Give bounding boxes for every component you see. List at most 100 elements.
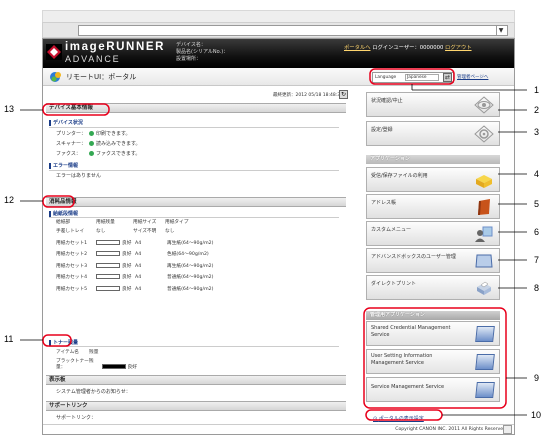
fax-status: ファクス： ファクスできます。 bbox=[56, 150, 140, 157]
settings-label: 設定/登録 bbox=[371, 127, 393, 133]
gear-icon bbox=[474, 125, 494, 143]
table-row: 手差しトレイ なし サイズ不明 なし bbox=[56, 228, 174, 234]
mgmt-app-user-setting[interactable]: User Setting Information Management Serv… bbox=[366, 349, 500, 374]
callout-5: 5 bbox=[534, 199, 540, 209]
brand-name: imageRUNNER bbox=[65, 41, 166, 53]
portal-titlebar: リモートUI：ポータル Language Japanese ⇄ 管理者ページへ bbox=[43, 68, 514, 86]
scrollbar-corner[interactable] bbox=[503, 425, 512, 434]
callout-2: 2 bbox=[534, 105, 540, 115]
applications-heading: アプリケーション bbox=[366, 155, 500, 164]
portal-icon bbox=[50, 72, 61, 82]
table-row: 用紙カセット5 良好 A4 普通紙(64〜90g/m2) bbox=[56, 285, 213, 292]
box-icon bbox=[475, 254, 493, 268]
notice-text: システム管理者からのお知らせ： bbox=[56, 389, 131, 395]
scanner-status: スキャナー： 読み込みできます。 bbox=[56, 140, 141, 147]
divider bbox=[49, 127, 339, 128]
fax-value: ファクスできます。 bbox=[96, 151, 141, 157]
page-title: リモートUI：ポータル bbox=[66, 73, 137, 81]
mgmt-app-service-management[interactable]: Service Management Service bbox=[366, 377, 500, 402]
cell-level: 良好 bbox=[122, 252, 132, 257]
scanner-label: スキャナー： bbox=[56, 141, 87, 147]
refresh-button[interactable]: ↻ bbox=[339, 90, 348, 99]
callout-7: 7 bbox=[534, 255, 540, 265]
cell-type: なし bbox=[165, 229, 175, 234]
direct-print-label: ダイレクトプリント bbox=[371, 281, 417, 287]
cell-type: 普通紙(64〜90g/m2) bbox=[167, 275, 214, 280]
cell-level: 良好 bbox=[122, 240, 132, 246]
portal-link[interactable]: ポータルへ bbox=[344, 45, 371, 51]
language-select[interactable]: Japanese bbox=[405, 74, 439, 81]
status-monitor-label: 状況確認/中止 bbox=[371, 98, 403, 104]
brand-subname: ADVANCE bbox=[65, 54, 121, 64]
portal-settings-link[interactable]: ⊙ ポータルの表示設定 bbox=[373, 415, 424, 422]
device-info-header: デバイス名： 製品名(シリアルNo.)： 設置場所： bbox=[176, 42, 228, 63]
custom-menu-button[interactable]: カスタムメニュー bbox=[366, 221, 500, 246]
cell-type: 色紙(64〜90g/m2) bbox=[167, 252, 209, 257]
cell-level: 良好 bbox=[122, 286, 132, 292]
status-monitor-button[interactable]: 状況確認/中止 bbox=[366, 92, 500, 117]
support-text: サポートリンク： bbox=[56, 415, 97, 421]
cell-type: 再生紙(64〜90g/m2) bbox=[167, 240, 214, 246]
col-size: 用紙サイズ bbox=[133, 220, 157, 225]
col-type: 用紙タイプ bbox=[165, 220, 189, 225]
callout-6: 6 bbox=[534, 227, 540, 237]
support-header: サポートリンク bbox=[46, 401, 346, 411]
toner-row: ブラックトナー残量： 良好 bbox=[56, 358, 137, 370]
callout-9: 9 bbox=[534, 373, 540, 383]
paper-level-bar bbox=[96, 239, 120, 245]
advanced-box-button[interactable]: アドバンスドボックスのユーザー管理 bbox=[366, 248, 500, 273]
col-source: 給紙部 bbox=[56, 220, 71, 225]
status-ok-icon bbox=[89, 141, 94, 146]
direct-print-button[interactable]: ダイレクトプリント bbox=[366, 275, 500, 300]
cell-source: 用紙カセット1 bbox=[56, 240, 88, 246]
address-bar: ▼ bbox=[42, 22, 515, 38]
error-text: エラーはありません bbox=[56, 173, 101, 179]
remote-ui-window: imageRUNNER ADVANCE デバイス名： 製品名(シリアルNo.)：… bbox=[42, 38, 515, 435]
paper-level-bar bbox=[96, 251, 120, 256]
cell-size: A4 bbox=[135, 240, 142, 246]
paper-level-bar bbox=[96, 262, 120, 268]
app-window-icon bbox=[475, 326, 495, 342]
language-label: Language bbox=[375, 75, 397, 80]
printer-icon bbox=[477, 281, 491, 295]
status-ok-icon bbox=[89, 151, 94, 156]
table-row: 用紙カセット4 良好 A4 普通紙(64〜90g/m2) bbox=[56, 274, 213, 280]
cell-level: なし bbox=[96, 229, 106, 234]
toner-col-item: アイテム名 bbox=[56, 350, 79, 355]
header-banner: imageRUNNER ADVANCE デバイス名： 製品名(シリアルNo.)：… bbox=[43, 39, 514, 68]
cell-size: A4 bbox=[135, 275, 142, 280]
admin-page-link[interactable]: 管理者ページへ bbox=[457, 74, 488, 80]
logout-link[interactable]: ログアウト bbox=[445, 45, 472, 51]
toner-col-level: 残量 bbox=[89, 350, 99, 355]
divider bbox=[49, 170, 339, 171]
address-book-button[interactable]: アドレス帳 bbox=[366, 194, 500, 219]
custom-menu-label: カスタムメニュー bbox=[371, 227, 412, 233]
user-menu-icon bbox=[475, 226, 493, 242]
last-updated: 最終更新：2012 05/18 18:48:34 bbox=[273, 93, 343, 98]
advanced-box-label: アドバンスドボックスのユーザー管理 bbox=[371, 254, 456, 260]
device-status-heading: デバイス状況 bbox=[49, 120, 83, 126]
callout-1: 1 bbox=[534, 85, 540, 95]
status-ok-icon bbox=[89, 131, 94, 136]
address-select[interactable]: ▼ bbox=[78, 25, 508, 36]
table-row: 用紙カセット3 良好 A4 再生紙(64〜90g/m2) bbox=[56, 262, 213, 269]
inbox-button[interactable]: 受信/保存ファイルの利用 bbox=[366, 167, 500, 192]
cell-size: A4 bbox=[135, 263, 142, 269]
portal-settings-label: ポータルの表示設定 bbox=[378, 416, 424, 422]
login-user: ログインユーザー：0000000 bbox=[372, 45, 444, 51]
col-level: 用紙残量 bbox=[96, 220, 115, 225]
mgmt-app-shared-credential[interactable]: Shared Credential Management Service bbox=[366, 321, 500, 346]
callout-4: 4 bbox=[534, 169, 540, 179]
scanner-value: 読み込みできます。 bbox=[96, 141, 141, 147]
settings-button[interactable]: 設定/登録 bbox=[366, 121, 500, 146]
language-selector: Language Japanese ⇄ bbox=[372, 72, 454, 83]
product-label: 製品名(シリアルNo.)： bbox=[176, 49, 229, 55]
cell-size: A4 bbox=[135, 286, 142, 292]
language-switch-button[interactable]: ⇄ bbox=[443, 73, 452, 82]
cell-source: 用紙カセット5 bbox=[56, 286, 88, 292]
printer-value: 印刷できます。 bbox=[96, 131, 131, 137]
chevron-down-icon[interactable]: ▼ bbox=[496, 26, 505, 35]
browser-top-frame bbox=[42, 10, 515, 22]
cell-source: 用紙カセット3 bbox=[56, 263, 88, 269]
fax-label: ファクス： bbox=[56, 151, 81, 157]
